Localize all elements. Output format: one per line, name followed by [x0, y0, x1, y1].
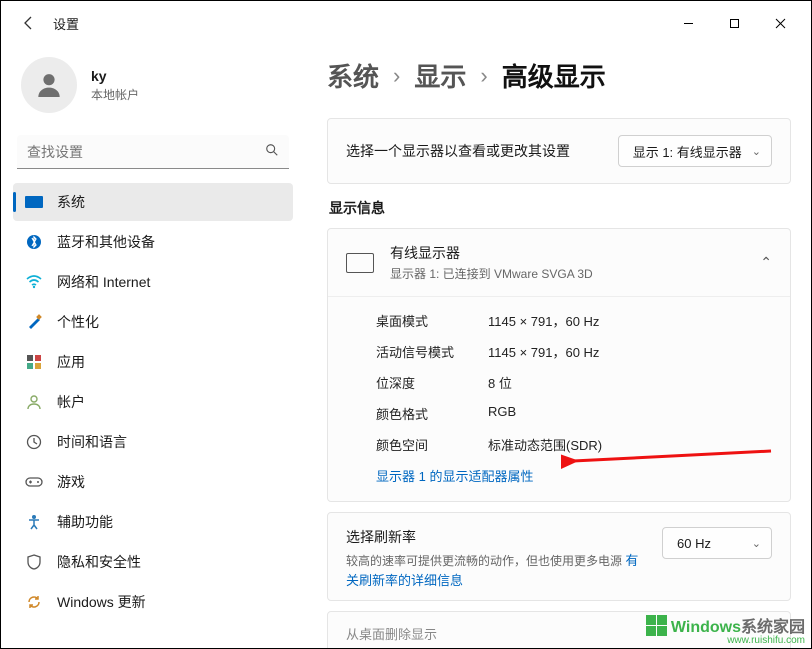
titlebar: 设置	[1, 1, 811, 45]
watermark-brand: Windows系统家园	[671, 613, 805, 637]
close-button[interactable]	[757, 7, 803, 39]
info-row: 活动信号模式1145 × 791，60 Hz	[376, 336, 772, 367]
nav-item-apps[interactable]: 应用	[13, 343, 293, 381]
gamepad-icon	[25, 473, 43, 491]
search-icon	[265, 143, 279, 160]
system-icon	[25, 193, 43, 211]
chevron-right-icon: ›	[480, 63, 487, 89]
nav-item-network[interactable]: 网络和 Internet	[13, 263, 293, 301]
display-selector-label: 选择一个显示器以查看或更改其设置	[346, 141, 602, 161]
nav-label: 系统	[57, 192, 85, 212]
info-row: 颜色空间标准动态范围(SDR)	[376, 429, 772, 460]
update-icon	[25, 593, 43, 611]
adapter-properties-link[interactable]: 显示器 1 的显示适配器属性	[376, 469, 533, 484]
display-info-header[interactable]: 有线显示器 显示器 1: 已连接到 VMware SVGA 3D ⌃	[328, 229, 790, 296]
display-connection: 显示器 1: 已连接到 VMware SVGA 3D	[390, 265, 744, 282]
nav-item-accounts[interactable]: 帐户	[13, 383, 293, 421]
nav-item-privacy[interactable]: 隐私和安全性	[13, 543, 293, 581]
monitor-icon	[346, 253, 374, 273]
chevron-down-icon: ⌄	[752, 145, 761, 158]
info-row: 桌面模式1145 × 791，60 Hz	[376, 305, 772, 336]
display-info-card: 有线显示器 显示器 1: 已连接到 VMware SVGA 3D ⌃ 桌面模式1…	[327, 228, 791, 502]
nav-label: Windows 更新	[57, 592, 146, 612]
maximize-button[interactable]	[711, 7, 757, 39]
search-input[interactable]	[27, 144, 265, 160]
nav-label: 辅助功能	[57, 512, 113, 532]
dropdown-value: 显示 1: 有线显示器	[633, 142, 742, 161]
wifi-icon	[25, 273, 43, 291]
nav-label: 蓝牙和其他设备	[57, 232, 155, 252]
clock-icon	[25, 433, 43, 451]
breadcrumb-system[interactable]: 系统	[327, 57, 379, 94]
breadcrumb: 系统 › 显示 › 高级显示	[327, 49, 791, 118]
minimize-button[interactable]	[665, 7, 711, 39]
main-pane: 系统 › 显示 › 高级显示 选择一个显示器以查看或更改其设置 显示 1: 有线…	[301, 45, 811, 648]
nav-item-personalization[interactable]: 个性化	[13, 303, 293, 341]
nav-label: 隐私和安全性	[57, 552, 141, 572]
breadcrumb-display[interactable]: 显示	[414, 57, 466, 94]
watermark: Windows系统家园 www.ruishifu.com	[646, 613, 805, 646]
display-selector-dropdown[interactable]: 显示 1: 有线显示器 ⌄	[618, 135, 772, 167]
nav: 系统 蓝牙和其他设备 网络和 Internet 个性化 应用 帐户	[13, 183, 293, 621]
nav-item-accessibility[interactable]: 辅助功能	[13, 503, 293, 541]
nav-item-system[interactable]: 系统	[13, 183, 293, 221]
info-row: 位深度8 位	[376, 367, 772, 398]
user-subtitle: 本地帐户	[91, 86, 139, 103]
display-selector-card: 选择一个显示器以查看或更改其设置 显示 1: 有线显示器 ⌄	[327, 118, 791, 184]
chevron-down-icon: ⌄	[752, 537, 761, 550]
paintbrush-icon	[25, 313, 43, 331]
refresh-rate-desc: 较高的速率可提供更流畅的动作，但也使用更多电源 有关刷新率的详细信息	[346, 551, 648, 590]
nav-label: 网络和 Internet	[57, 272, 150, 292]
nav-label: 帐户	[57, 392, 85, 412]
breadcrumb-current: 高级显示	[502, 57, 606, 94]
nav-label: 时间和语言	[57, 432, 127, 452]
nav-label: 应用	[57, 352, 85, 372]
nav-label: 游戏	[57, 472, 85, 492]
person-icon	[25, 393, 43, 411]
info-row: 颜色格式RGB	[376, 398, 772, 429]
user-name: ky	[91, 68, 139, 84]
nav-item-gaming[interactable]: 游戏	[13, 463, 293, 501]
apps-icon	[25, 353, 43, 371]
refresh-rate-title: 选择刷新率	[346, 527, 648, 547]
back-button[interactable]	[9, 3, 49, 43]
dropdown-value: 60 Hz	[677, 536, 711, 551]
shield-icon	[25, 553, 43, 571]
sidebar: ky 本地帐户 系统 蓝牙和其他设备 网络和 Internet	[1, 45, 301, 648]
windows-logo-icon	[646, 615, 667, 636]
section-title-display-info: 显示信息	[329, 198, 791, 218]
nav-label: 个性化	[57, 312, 99, 332]
chevron-right-icon: ›	[393, 63, 400, 89]
display-info-grid: 桌面模式1145 × 791，60 Hz 活动信号模式1145 × 791，60…	[328, 296, 790, 501]
app-title: 设置	[53, 14, 79, 33]
search-input-wrap[interactable]	[17, 135, 289, 169]
nav-item-bluetooth[interactable]: 蓝牙和其他设备	[13, 223, 293, 261]
refresh-rate-dropdown[interactable]: 60 Hz ⌄	[662, 527, 772, 559]
bluetooth-icon	[25, 233, 43, 251]
user-block[interactable]: ky 本地帐户	[13, 49, 293, 129]
display-name: 有线显示器	[390, 243, 744, 263]
avatar	[21, 57, 77, 113]
accessibility-icon	[25, 513, 43, 531]
chevron-up-icon: ⌃	[760, 254, 772, 271]
nav-item-windows-update[interactable]: Windows 更新	[13, 583, 293, 621]
refresh-rate-card: 选择刷新率 较高的速率可提供更流畅的动作，但也使用更多电源 有关刷新率的详细信息…	[327, 512, 791, 601]
remove-display-desc: 阻止 Windows 使用此显示器（仅对需对z此显示器的特殊用途应用）	[346, 647, 772, 648]
window-controls	[665, 7, 803, 39]
nav-item-time-language[interactable]: 时间和语言	[13, 423, 293, 461]
